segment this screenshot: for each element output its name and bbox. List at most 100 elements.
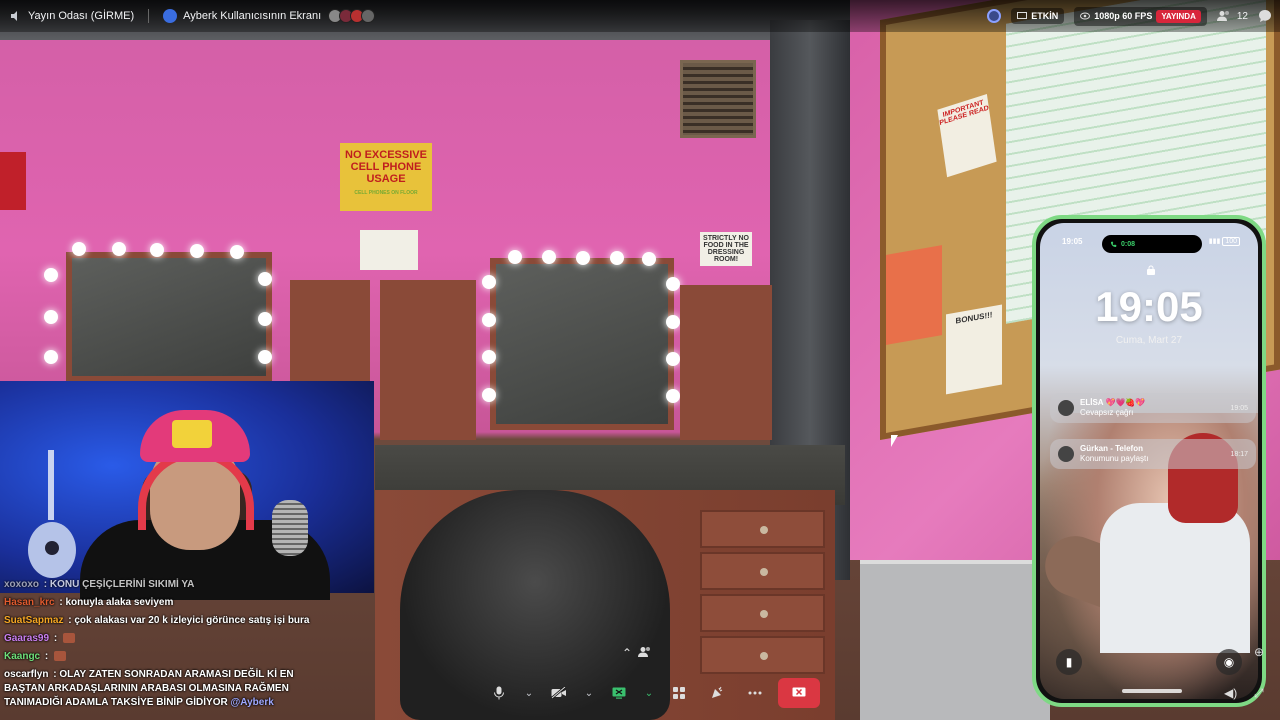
chat-text: KONU ÇEŞİÇLERİNİ SIKIMİ YA	[49, 579, 195, 590]
bulb	[44, 310, 58, 324]
note-important: IMPORTANT PLEASE READ	[937, 94, 997, 178]
stream-quality[interactable]: 1080p 60 FPS YAYINDA	[1074, 6, 1207, 26]
chat-text: konuyla alaka seviyem	[65, 597, 174, 608]
chat-message: xoxoxo : KONU ÇEŞİÇLERİNİ SIKIMİ YA	[4, 579, 195, 590]
signal-icon: ▮▮▮	[1208, 238, 1221, 245]
bulb	[482, 388, 496, 402]
air-vent	[680, 60, 756, 138]
avatar	[361, 9, 376, 23]
orange-note	[886, 245, 942, 345]
dynamic-island[interactable]: 0:08	[1102, 235, 1202, 253]
center-mirror	[490, 258, 674, 430]
contact-avatar-icon	[1058, 400, 1074, 416]
chat-message: Kaangc :	[0, 648, 340, 666]
chat-username: Hasan_krc	[4, 597, 55, 608]
status-label: ETKİN	[1031, 11, 1059, 21]
drawer	[700, 636, 825, 674]
drawer	[700, 594, 825, 632]
soundboard-icon	[712, 686, 723, 698]
screen-share-title[interactable]: Ayberk Kullanıcısının Ekranı	[163, 9, 376, 23]
chat-username: xoxoxo	[4, 579, 40, 590]
chat-username: SuatSapmaz	[4, 615, 64, 626]
bulb	[666, 315, 680, 329]
home-indicator[interactable]	[1122, 689, 1182, 693]
lock-screen: 19:05 0:08 ▮▮▮ 100 19:05 Cuma, Mart 27 E…	[1040, 223, 1258, 699]
bulb	[508, 250, 522, 264]
mute-button[interactable]	[484, 678, 514, 708]
camera-options-chevron[interactable]: ⌄	[582, 678, 596, 708]
voice-channel-name: Yayın Odası (GİRME)	[28, 10, 135, 22]
people-icon	[638, 647, 651, 657]
bulb	[666, 389, 680, 403]
notification[interactable]: ELİSA 💖💗🍓💖 Cevapsız çağrı 19:05	[1050, 393, 1256, 423]
bulb	[230, 245, 244, 259]
people-icon	[1216, 11, 1229, 21]
camera-button[interactable]	[544, 678, 574, 708]
bulb	[482, 275, 496, 289]
bonus-note: BONUS!!!	[946, 304, 1002, 395]
soundboard-button[interactable]	[702, 678, 732, 708]
divider	[148, 9, 150, 23]
bulb	[72, 242, 86, 256]
share-options-chevron[interactable]: ⌄	[642, 678, 656, 708]
camera-off-icon	[551, 687, 566, 699]
more-button[interactable]	[740, 678, 770, 708]
camera-shortcut-button[interactable]: ◉	[1216, 649, 1242, 675]
lock-screen-clock: 19:05	[1095, 283, 1203, 330]
expand-controls[interactable]: ⌃	[622, 646, 652, 660]
volume-icon[interactable]: ◀)	[1224, 686, 1237, 700]
bulb	[576, 251, 590, 265]
mouse-cursor	[891, 435, 898, 447]
user-profile-icon[interactable]	[987, 9, 1002, 23]
lock-screen-date: Cuma, Mart 27	[1115, 335, 1183, 346]
activities-icon	[673, 687, 685, 699]
drawer	[700, 510, 825, 548]
battery-icon: 100	[1222, 237, 1240, 246]
call-timer: 0:08	[1121, 240, 1136, 248]
notification[interactable]: Gürkan - Telefon Konumunu paylaştı 18:17	[1050, 439, 1256, 469]
shelf	[290, 280, 370, 390]
chevron-up-icon: ⌃	[622, 646, 633, 660]
notification-time: 18:17	[1230, 450, 1248, 458]
status-bar-icons: ▮▮▮ 100	[1208, 237, 1240, 246]
fullscreen-icon[interactable]: ⤢	[1254, 686, 1264, 701]
bulb	[44, 350, 58, 364]
bulb	[542, 250, 556, 264]
shelf	[380, 280, 476, 440]
screen-share-label: Ayberk Kullanıcısının Ekranı	[183, 10, 322, 22]
phone-frame: 19:05 0:08 ▮▮▮ 100 19:05 Cuma, Mart 27 E…	[1032, 215, 1266, 707]
mic-options-chevron[interactable]: ⌄	[522, 678, 536, 708]
end-call-button[interactable]	[778, 678, 820, 708]
notification-time: 19:05	[1230, 404, 1248, 412]
screen-share-button[interactable]	[604, 678, 634, 708]
chat-username: Kaangc	[4, 651, 41, 662]
emote-icon	[62, 633, 75, 644]
viewer-count-value: 12	[1236, 10, 1248, 22]
microphone-stand	[272, 500, 308, 556]
voice-channel[interactable]: Yayın Odası (GİRME)	[10, 10, 134, 22]
viewer-count[interactable]: 12	[1216, 10, 1248, 22]
left-mirror	[66, 252, 272, 382]
screen-icon	[1017, 12, 1028, 19]
chat-text: çok alakası var 20 k izleyici görünce sa…	[74, 615, 310, 626]
activities-button[interactable]	[664, 678, 694, 708]
contact-avatar-icon	[1058, 446, 1074, 462]
flashlight-button[interactable]: ▮	[1056, 649, 1082, 675]
emote-icon	[54, 651, 67, 662]
activity-status[interactable]: ETKİN	[1011, 8, 1065, 24]
chat-bubble-icon[interactable]	[1258, 9, 1272, 23]
participant-avatars	[328, 9, 376, 23]
chevron-down-icon: ⌄	[524, 687, 534, 699]
bulb	[666, 277, 680, 291]
lock-icon	[1147, 265, 1155, 275]
call-controls: ⌄ ⌄ ⌄	[484, 678, 820, 708]
chat-username: oscarflyn	[4, 669, 49, 680]
zoom-icon[interactable]: ⊕	[1254, 645, 1264, 659]
chevron-down-icon: ⌄	[584, 687, 594, 699]
bulb	[482, 350, 496, 364]
end-call-icon	[792, 687, 806, 697]
bulb	[258, 272, 272, 286]
user-avatar-icon	[163, 9, 178, 23]
bulb	[666, 352, 680, 366]
chat-message: oscarflyn : OLAY ZATEN SONRADAN ARAMASI …	[4, 669, 294, 708]
